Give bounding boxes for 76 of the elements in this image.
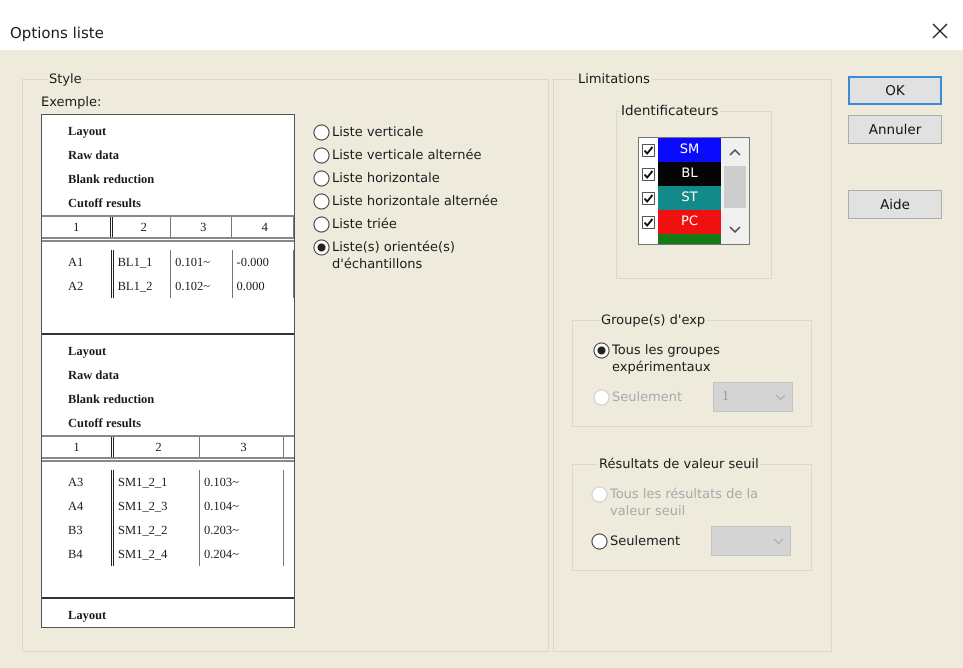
preview-heading: Cutoff results bbox=[67, 414, 142, 432]
group-title: Limitations bbox=[577, 72, 651, 87]
table-cell: -0.000 bbox=[232, 250, 294, 274]
preview-heading: Layout bbox=[67, 342, 108, 360]
table-cell: A4 bbox=[42, 494, 114, 518]
table-cell: 0.000 bbox=[232, 274, 294, 298]
checkbox[interactable] bbox=[642, 168, 655, 180]
table-cell: 0.103~ bbox=[200, 470, 284, 494]
identifier-swatch: SM bbox=[658, 138, 721, 162]
preview-heading: Raw data bbox=[67, 366, 120, 384]
radio-label[interactable]: Liste verticale alternée bbox=[332, 147, 482, 164]
radio-label[interactable]: Liste horizontale bbox=[332, 170, 440, 187]
identifier-swatch: PC bbox=[658, 210, 721, 234]
window-title: Options liste bbox=[10, 24, 104, 42]
group-title: Résultats de valeur seuil bbox=[598, 457, 760, 472]
column-header: 3 bbox=[200, 436, 284, 457]
table-cell: B3 bbox=[42, 518, 114, 542]
table-cell: 0.204~ bbox=[200, 542, 284, 566]
radio-label[interactable]: Seulement bbox=[610, 532, 680, 550]
identifier-list[interactable]: SM BL ST PC bbox=[638, 137, 750, 245]
radio-label[interactable]: Liste(s) orientée(s) d'échantillons bbox=[332, 239, 532, 273]
column-header: 2 bbox=[113, 217, 171, 237]
table-cell: SM1_2_3 bbox=[114, 494, 200, 518]
example-label: Exemple: bbox=[41, 95, 102, 110]
radio-label[interactable]: Liste verticale bbox=[332, 124, 424, 141]
checkbox[interactable] bbox=[642, 216, 655, 228]
preview-heading: Raw data bbox=[67, 147, 120, 164]
table-cell: BL1_1 bbox=[114, 250, 172, 274]
identifier-swatch: BL bbox=[658, 162, 721, 186]
radio-label[interactable]: Tous les groupes expérimentaux bbox=[612, 342, 782, 376]
table-cell: A3 bbox=[42, 470, 114, 494]
table-cell: SM1_2_2 bbox=[114, 518, 200, 542]
identifier-swatch: ST bbox=[658, 186, 721, 210]
table-cell: 0.203~ bbox=[200, 518, 284, 542]
chevron-down-icon[interactable] bbox=[729, 226, 741, 234]
column-header: 3 bbox=[170, 217, 232, 237]
table-cell: 0.101~ bbox=[171, 250, 233, 274]
group-title: Style bbox=[48, 72, 83, 87]
dialog-button[interactable]: OK bbox=[848, 76, 942, 105]
radio-button[interactable] bbox=[313, 124, 330, 141]
chevron-icon bbox=[773, 538, 784, 544]
table-cell: BL1_2 bbox=[114, 274, 172, 298]
group-title: Groupe(s) d'exp bbox=[600, 313, 706, 328]
table-cell: B4 bbox=[42, 542, 114, 566]
checkbox[interactable] bbox=[642, 144, 655, 156]
table-cell: A1 bbox=[42, 250, 114, 274]
table-cell: 0.102~ bbox=[171, 274, 233, 298]
checkbox[interactable] bbox=[642, 192, 655, 204]
radio-button[interactable] bbox=[313, 193, 330, 210]
column-header: 2 bbox=[114, 436, 200, 457]
scrollbar[interactable] bbox=[721, 138, 749, 244]
group-title: Identificateurs bbox=[620, 103, 720, 119]
column-header: 1 bbox=[42, 436, 114, 457]
chevron-up-icon[interactable] bbox=[729, 148, 741, 156]
dialog-button[interactable]: Aide bbox=[848, 190, 942, 219]
table-cell: SM1_2_4 bbox=[114, 542, 200, 566]
radio-button[interactable] bbox=[313, 239, 330, 256]
preview-heading: Layout bbox=[67, 607, 108, 624]
preview-heading: Cutoff results bbox=[67, 195, 142, 212]
radio-label[interactable]: Liste triée bbox=[332, 216, 397, 233]
preview-heading: Blank reduction bbox=[67, 171, 156, 188]
preview-heading: Blank reduction bbox=[67, 390, 156, 408]
column-header: 1 bbox=[42, 217, 114, 237]
column-header: 4 bbox=[232, 217, 294, 237]
radio-button[interactable] bbox=[313, 170, 330, 187]
radio-button[interactable] bbox=[593, 342, 610, 359]
radio-label[interactable]: Liste horizontale alternée bbox=[332, 193, 498, 210]
radio-button[interactable] bbox=[313, 147, 330, 164]
dialog-button[interactable]: Annuler bbox=[848, 115, 942, 144]
table-cell: 0.104~ bbox=[200, 494, 284, 518]
radio-button[interactable] bbox=[591, 532, 608, 550]
table-cell: SM1_2_1 bbox=[114, 470, 200, 494]
preview-heading: Layout bbox=[67, 123, 108, 140]
chevron-icon bbox=[775, 394, 786, 400]
table-cell: A2 bbox=[42, 274, 114, 298]
radio-button[interactable] bbox=[313, 216, 330, 233]
